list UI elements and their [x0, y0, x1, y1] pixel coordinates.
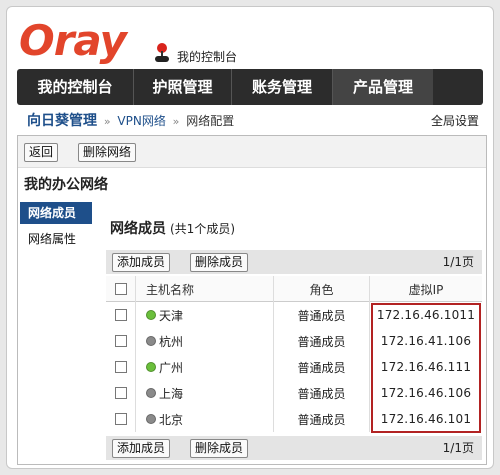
- member-role: 普通成员: [274, 380, 370, 406]
- member-toolbar-top: 添加成员 删除成员 1/1页: [106, 250, 482, 274]
- breadcrumb-separator: »: [103, 115, 111, 128]
- breadcrumb-separator: »: [172, 115, 180, 128]
- add-member-button[interactable]: 添加成员: [112, 253, 171, 272]
- row-checkbox[interactable]: [114, 413, 127, 425]
- column-header-role: 角色: [274, 276, 370, 302]
- breadcrumb-vpn[interactable]: VPN网络: [117, 114, 165, 128]
- host-name: 上海: [159, 386, 184, 401]
- action-bar: 返回 删除网络: [18, 136, 486, 168]
- sidebar: 网络成员 网络属性: [20, 202, 92, 254]
- delete-member-button[interactable]: 删除成员: [190, 253, 249, 272]
- table-row: 北京 普通成员 172.16.46.101: [106, 406, 482, 432]
- column-header-host: 主机名称: [136, 276, 274, 302]
- virtual-ip: 172.16.46.1011: [376, 308, 476, 322]
- row-checkbox[interactable]: [114, 335, 127, 347]
- table-row: 天津 普通成员 172.16.46.1011: [106, 302, 482, 328]
- network-title: 我的办公网络: [24, 177, 108, 193]
- host-name: 广州: [159, 360, 184, 375]
- member-role: 普通成员: [274, 328, 370, 354]
- virtual-ip: 172.16.46.111: [380, 360, 472, 374]
- member-count: (共1个成员): [170, 222, 235, 236]
- sidebar-item-properties[interactable]: 网络属性: [20, 228, 92, 250]
- status-offline-icon: [146, 388, 156, 398]
- member-role: 普通成员: [274, 354, 370, 380]
- status-offline-icon: [146, 336, 156, 346]
- row-checkbox[interactable]: [114, 387, 127, 399]
- delete-member-button[interactable]: 删除成员: [190, 439, 249, 458]
- breadcrumb-root[interactable]: 向日葵管理: [27, 113, 97, 129]
- virtual-ip: 172.16.41.106: [380, 334, 472, 348]
- status-online-icon: [146, 310, 156, 320]
- pager: 1/1页: [442, 441, 474, 455]
- members-table: 主机名称 角色 虚拟IP 天津 普通成员 172.16.46.1011 杭州 普…: [106, 276, 482, 432]
- host-name: 杭州: [159, 334, 184, 349]
- member-toolbar-bottom: 添加成员 删除成员 1/1页: [106, 436, 482, 460]
- tab-billing[interactable]: 账务管理: [232, 69, 333, 105]
- main-nav: 我的控制台 护照管理 账务管理 产品管理: [17, 69, 483, 105]
- table-row: 上海 普通成员 172.16.46.106: [106, 380, 482, 406]
- breadcrumb: 向日葵管理 » VPN网络 » 网络配置: [27, 111, 234, 131]
- app-window: Oray 我的控制台 我的控制台 护照管理 账务管理 产品管理 向日葵管理 » …: [6, 6, 494, 469]
- oray-logo[interactable]: Oray: [19, 19, 127, 63]
- members-panel: 网络成员 (共1个成员) 添加成员 删除成员 1/1页 主机名称 角色 虚拟IP …: [106, 202, 482, 464]
- member-role: 普通成员: [274, 406, 370, 432]
- virtual-ip: 172.16.46.101: [380, 412, 472, 426]
- sidebar-item-members[interactable]: 网络成员: [20, 202, 92, 224]
- table-header: 主机名称 角色 虚拟IP: [106, 276, 482, 302]
- back-button[interactable]: 返回: [24, 143, 59, 162]
- console-title[interactable]: 我的控制台: [177, 48, 237, 65]
- table-row: 广州 普通成员 172.16.46.111: [106, 354, 482, 380]
- content-box: 返回 删除网络 我的办公网络 网络成员 网络属性 网络成员 (共1个成员) 添加成…: [17, 135, 487, 465]
- tab-products[interactable]: 产品管理: [333, 69, 433, 105]
- breadcrumb-current: 网络配置: [186, 114, 235, 128]
- tab-passport[interactable]: 护照管理: [134, 69, 232, 105]
- host-name: 天津: [159, 308, 184, 323]
- delete-network-button[interactable]: 删除网络: [78, 143, 137, 162]
- panel-title: 网络成员 (共1个成员): [110, 218, 235, 238]
- status-online-icon: [146, 362, 156, 372]
- host-name: 北京: [159, 412, 184, 427]
- status-offline-icon: [146, 414, 156, 424]
- global-settings-link[interactable]: 全局设置: [431, 111, 479, 131]
- joystick-icon: [154, 43, 170, 63]
- panel-title-text: 网络成员: [110, 221, 166, 237]
- table-row: 杭州 普通成员 172.16.41.106: [106, 328, 482, 354]
- header: Oray 我的控制台: [7, 7, 493, 69]
- member-role: 普通成员: [274, 302, 370, 328]
- row-checkbox[interactable]: [114, 361, 127, 373]
- add-member-button[interactable]: 添加成员: [112, 439, 171, 458]
- pager: 1/1页: [442, 255, 474, 269]
- row-checkbox[interactable]: [114, 309, 127, 321]
- tab-my-console[interactable]: 我的控制台: [17, 69, 134, 105]
- select-all-checkbox[interactable]: [114, 283, 127, 295]
- column-header-ip: 虚拟IP: [408, 282, 444, 297]
- virtual-ip: 172.16.46.106: [380, 386, 472, 400]
